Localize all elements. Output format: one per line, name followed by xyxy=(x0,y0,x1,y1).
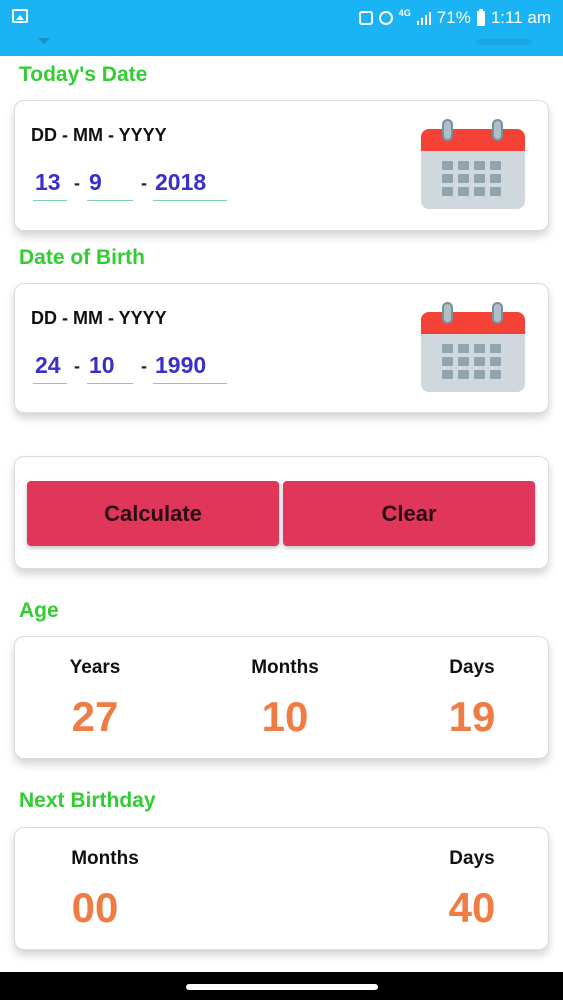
birth-day-input[interactable]: 24 xyxy=(33,348,67,384)
date-format-label: DD - MM - YYYY xyxy=(31,308,167,328)
birth-month-input[interactable]: 10 xyxy=(87,348,133,384)
age-days-value: 19 xyxy=(448,693,496,740)
next-birthday-days-label: Days xyxy=(449,848,495,869)
age-card: Years Months Days 27 10 19 xyxy=(14,636,549,759)
todays-day-input[interactable]: 13 xyxy=(33,165,67,201)
status-icons: 4G 71% 1:11 am xyxy=(358,7,551,29)
toolbar xyxy=(0,36,563,56)
birth-year-input[interactable]: 1990 xyxy=(153,348,227,384)
navigation-bar xyxy=(0,972,563,1000)
next-birthday-card: Months Days 00 40 xyxy=(14,827,549,950)
todays-year-input[interactable]: 2018 xyxy=(153,165,227,201)
clock: 1:11 am xyxy=(490,8,551,27)
image-icon xyxy=(12,9,28,23)
date-format-label: DD - MM - YYYY xyxy=(31,125,167,145)
alarm-icon xyxy=(378,11,393,25)
next-birthday-months-value: 00 xyxy=(71,884,119,931)
age-years-label: Years xyxy=(69,657,121,678)
todays-date-card: DD - MM - YYYY 13 - 9 - 2018 xyxy=(14,100,549,231)
date-separator: - xyxy=(141,173,147,193)
calendar-icon[interactable] xyxy=(421,119,525,209)
date-separator: - xyxy=(74,173,80,193)
toolbar-indicator xyxy=(476,39,532,45)
date-separator: - xyxy=(141,356,147,376)
network-type: 4G xyxy=(398,8,411,18)
home-handle[interactable] xyxy=(186,984,378,990)
calendar-icon[interactable] xyxy=(421,302,525,392)
age-title: Age xyxy=(19,599,59,622)
actions-card: Calculate Clear xyxy=(14,456,549,569)
date-of-birth-card: DD - MM - YYYY 24 - 10 - 1990 xyxy=(14,283,549,413)
date-separator: - xyxy=(74,356,80,376)
dropdown-caret-icon[interactable] xyxy=(38,38,50,44)
signal-icon xyxy=(416,11,431,25)
next-birthday-title: Next Birthday xyxy=(19,789,156,812)
notification-icon xyxy=(358,11,373,25)
next-birthday-months-label: Months xyxy=(71,848,139,869)
clear-button[interactable]: Clear xyxy=(283,481,535,546)
status-bar: 4G 71% 1:11 am xyxy=(0,0,563,36)
todays-month-input[interactable]: 9 xyxy=(87,165,133,201)
age-days-label: Days xyxy=(449,657,495,678)
calculate-button[interactable]: Calculate xyxy=(27,481,279,546)
age-months-value: 10 xyxy=(261,693,309,740)
age-years-value: 27 xyxy=(71,693,119,740)
battery-percent: 71% xyxy=(436,8,471,27)
date-of-birth-title: Date of Birth xyxy=(19,246,145,269)
battery-icon xyxy=(476,8,485,26)
next-birthday-days-value: 40 xyxy=(448,884,496,931)
todays-date-title: Today's Date xyxy=(19,63,148,86)
age-months-label: Months xyxy=(251,657,319,678)
